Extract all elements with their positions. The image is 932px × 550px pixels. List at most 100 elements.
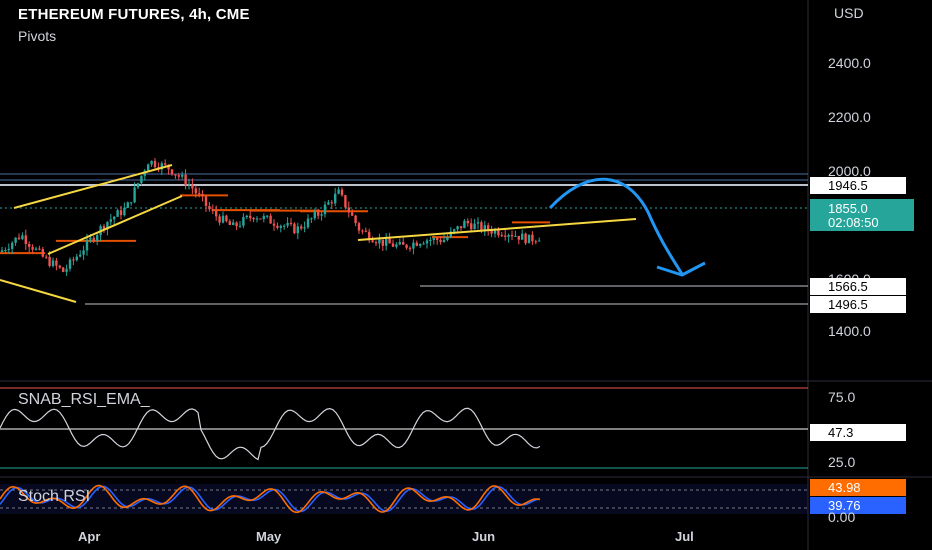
candle-body <box>17 237 21 240</box>
candle-body <box>48 256 51 267</box>
candle-body <box>72 259 75 261</box>
stoch-d-tag: 39.76 <box>810 497 906 514</box>
price-tick-2000: 2000.0 <box>828 163 871 179</box>
candle-body <box>150 160 153 165</box>
candle-body <box>153 160 157 168</box>
trendline-channel-top[interactable] <box>13 164 173 209</box>
candle-body <box>466 220 469 224</box>
candle-body <box>320 214 323 216</box>
candle-body <box>242 217 245 226</box>
candle-body <box>119 210 123 216</box>
candle-body <box>306 218 310 228</box>
candle-body <box>79 254 82 257</box>
candle-body <box>378 239 381 244</box>
stoch-k-tag: 43.98 <box>810 479 906 496</box>
candle-body <box>374 242 378 244</box>
trendline-channel-bottom[interactable] <box>47 195 183 255</box>
candle-body <box>293 223 296 234</box>
candle-body <box>21 235 24 240</box>
candle-body <box>310 218 313 220</box>
candle-body <box>419 244 422 246</box>
candle-body <box>262 216 265 219</box>
support-price-tag-1: 1566.5 <box>810 278 906 295</box>
candle-body <box>204 196 208 207</box>
candle-body <box>31 246 34 250</box>
candle-body <box>109 219 112 222</box>
candle-body <box>412 242 415 249</box>
candle-body <box>130 202 133 204</box>
candle-body <box>174 174 177 176</box>
candle-body <box>55 260 58 266</box>
candle-body <box>286 222 289 226</box>
candle-body <box>266 215 269 217</box>
candle-body <box>521 233 524 240</box>
candle-body <box>225 215 228 222</box>
candle-body <box>347 207 350 213</box>
price-chart[interactable]: SNAB_RSI_EMA_ Stoch RSI USD 2400.0 2200.… <box>0 0 932 550</box>
rsi-indicator-name[interactable]: SNAB_RSI_EMA_ <box>18 391 151 408</box>
date-tick-apr: Apr <box>78 529 100 544</box>
candle-body <box>398 242 401 245</box>
candle-body <box>221 215 225 223</box>
candle-body <box>385 238 388 246</box>
candle-body <box>459 226 463 229</box>
candle-body <box>187 184 191 186</box>
candle-body <box>89 237 92 240</box>
candle-body <box>534 241 537 243</box>
candle-body <box>313 212 316 219</box>
candle-body <box>140 175 143 184</box>
candle-body <box>402 242 405 245</box>
candle-body <box>364 230 367 232</box>
date-tick-may: May <box>256 529 282 544</box>
candle-body <box>405 244 408 248</box>
candle-body <box>340 189 344 196</box>
svg-text:1946.5: 1946.5 <box>828 178 868 193</box>
candle-body <box>184 174 187 186</box>
candle-body <box>252 217 255 220</box>
candle-body <box>164 163 167 165</box>
candle-body <box>296 226 299 234</box>
candle-body <box>14 237 17 243</box>
candle-body <box>327 202 330 205</box>
trendline-lower[interactable] <box>0 279 77 303</box>
candle-body <box>436 237 439 240</box>
candle-body <box>323 204 327 215</box>
candle-body <box>473 223 476 230</box>
candle-body <box>463 220 466 229</box>
candle-body <box>480 222 483 231</box>
candle-body <box>388 238 391 244</box>
candle-body <box>123 207 126 216</box>
candle-body <box>238 225 242 227</box>
candle-body <box>527 234 531 244</box>
candle-body <box>235 222 238 227</box>
candle-body <box>208 206 211 210</box>
candle-body <box>116 210 119 217</box>
stoch-indicator-name[interactable]: Stoch RSI <box>18 488 90 505</box>
candle-body <box>446 237 449 240</box>
current-price-tag: 1855.0 02:08:50 <box>810 199 914 231</box>
candle-body <box>11 242 14 249</box>
candle-body <box>289 222 293 224</box>
candle-body <box>85 239 89 251</box>
candle-body <box>517 235 520 240</box>
candle-body <box>181 174 184 177</box>
candle-body <box>504 235 507 237</box>
trendline-support[interactable] <box>357 218 637 241</box>
candle-body <box>507 235 510 237</box>
candle-body <box>68 259 72 269</box>
candle-body <box>7 248 10 251</box>
candle-body <box>442 239 446 243</box>
price-tick-1400: 1400.0 <box>828 323 871 339</box>
candle-body <box>337 189 340 194</box>
candle-body <box>425 240 429 244</box>
resistance-price-tag: 1946.5 <box>810 177 906 194</box>
candle-body <box>34 248 38 250</box>
candle-body <box>317 212 320 216</box>
candle-body <box>201 193 204 197</box>
forecast-arrow[interactable] <box>548 177 706 277</box>
candle-body <box>62 267 65 272</box>
candle-body <box>300 226 303 229</box>
rsi-tick-25: 25.0 <box>828 454 855 470</box>
svg-text:1855.0: 1855.0 <box>828 201 868 216</box>
candle-body <box>415 242 418 246</box>
